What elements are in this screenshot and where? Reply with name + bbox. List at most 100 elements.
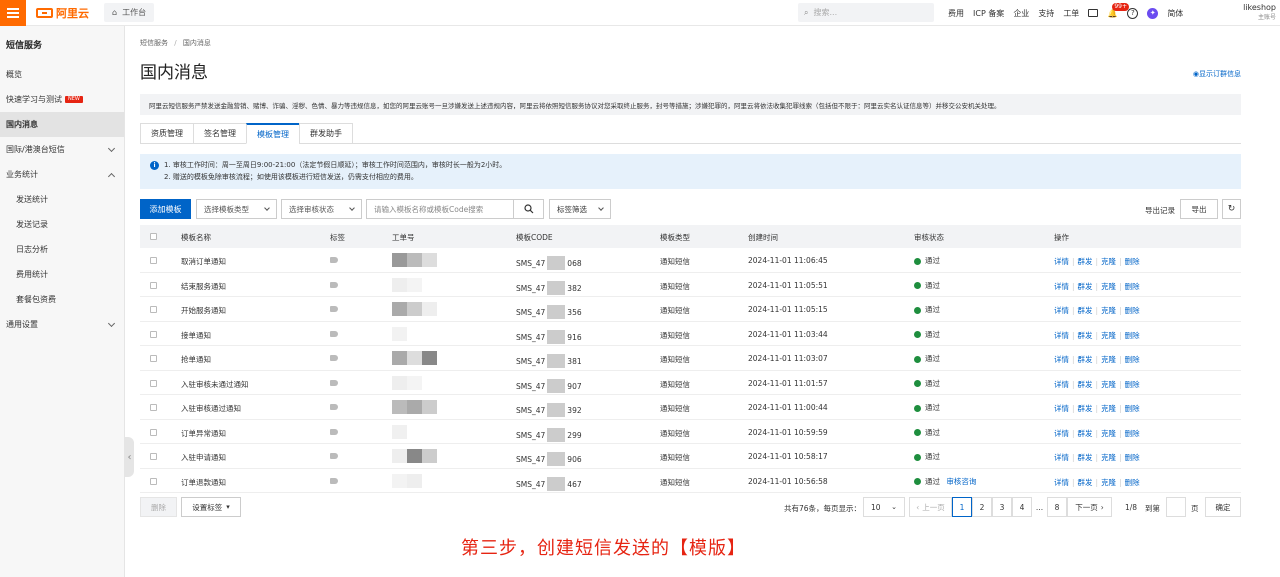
help-icon[interactable]: ? — [1127, 7, 1139, 19]
delete-link[interactable]: 删除 — [1125, 429, 1140, 438]
detail-link[interactable]: 详情 — [1054, 453, 1069, 462]
page-button[interactable]: 1 — [952, 497, 972, 517]
bell-icon[interactable]: 🔔 99+ — [1107, 2, 1129, 19]
page-button[interactable]: 3 — [992, 497, 1012, 517]
clone-link[interactable]: 克隆 — [1101, 282, 1116, 291]
sidebar-item-send-records[interactable]: 发送记录 — [0, 212, 124, 237]
page-size-select[interactable]: 10 ⌄ — [863, 497, 905, 517]
prev-page-button[interactable]: ‹ 上一页 — [909, 497, 952, 517]
global-search-input[interactable]: ⌕ 搜索... — [798, 3, 934, 22]
delete-link[interactable]: 删除 — [1125, 355, 1140, 364]
review-status-select[interactable]: 选择审核状态 — [281, 199, 362, 219]
bulk-send-link[interactable]: 群发 — [1078, 429, 1093, 438]
tab-templates[interactable]: 模板管理 — [246, 123, 299, 144]
detail-link[interactable]: 详情 — [1054, 282, 1069, 291]
detail-link[interactable]: 详情 — [1054, 478, 1069, 487]
bulk-send-link[interactable]: 群发 — [1078, 282, 1093, 291]
goto-page-input[interactable] — [1166, 497, 1186, 517]
tag-icon[interactable] — [330, 330, 338, 337]
show-subscription-link[interactable]: ◉显示订群信息 — [1193, 69, 1241, 79]
bulk-send-link[interactable]: 群发 — [1078, 355, 1093, 364]
nav-link-ticket[interactable]: 工单 — [1063, 8, 1079, 19]
breadcrumb-link[interactable]: 短信服务 — [140, 39, 168, 47]
sidebar-item-quickstart[interactable]: 快速学习与测试 NEW — [0, 87, 124, 112]
ai-assistant-icon[interactable]: ✦ — [1147, 7, 1159, 19]
sidebar-item-international[interactable]: 国际/港澳台短信 — [0, 137, 124, 162]
row-checkbox[interactable] — [150, 379, 157, 387]
page-button[interactable]: 8 — [1047, 497, 1067, 517]
add-template-button[interactable]: 添加模板 — [140, 199, 191, 219]
bulk-send-link[interactable]: 群发 — [1078, 478, 1093, 487]
goto-confirm-button[interactable]: 确定 — [1205, 497, 1241, 517]
clone-link[interactable]: 克隆 — [1101, 306, 1116, 315]
export-button[interactable]: 导出 — [1180, 199, 1218, 219]
bulk-send-link[interactable]: 群发 — [1078, 331, 1093, 340]
row-checkbox[interactable] — [150, 257, 157, 264]
tag-icon[interactable] — [330, 379, 338, 386]
detail-link[interactable]: 详情 — [1054, 331, 1069, 340]
tag-icon[interactable] — [330, 306, 338, 312]
nav-link-support[interactable]: 支持 — [1038, 8, 1054, 19]
clone-link[interactable]: 克隆 — [1101, 404, 1116, 413]
detail-link[interactable]: 详情 — [1054, 429, 1069, 438]
sidebar-item-overview[interactable]: 概览 — [0, 62, 124, 87]
tag-icon[interactable] — [330, 355, 338, 361]
bulk-send-link[interactable]: 群发 — [1078, 380, 1093, 389]
delete-link[interactable]: 删除 — [1125, 380, 1140, 389]
delete-link[interactable]: 删除 — [1125, 478, 1140, 487]
page-button[interactable]: 4 — [1012, 497, 1032, 517]
tag-icon[interactable] — [330, 477, 338, 484]
sidebar-item-statistics[interactable]: 业务统计 — [0, 162, 124, 187]
next-page-button[interactable]: 下一页 › — [1067, 497, 1112, 517]
detail-link[interactable]: 详情 — [1054, 355, 1069, 364]
clone-link[interactable]: 克隆 — [1101, 380, 1116, 389]
delete-link[interactable]: 删除 — [1125, 282, 1140, 291]
template-search-input[interactable]: 请输入模板名称或模板Code搜索 — [366, 199, 514, 219]
detail-link[interactable]: 详情 — [1054, 257, 1069, 266]
bulk-delete-button[interactable]: 删除 — [140, 497, 177, 517]
delete-link[interactable]: 删除 — [1125, 453, 1140, 462]
search-button[interactable] — [513, 199, 544, 219]
tag-icon[interactable] — [330, 257, 338, 263]
tag-icon[interactable] — [330, 281, 338, 288]
row-checkbox[interactable] — [150, 306, 157, 313]
row-checkbox[interactable] — [150, 355, 157, 362]
delete-link[interactable]: 删除 — [1125, 404, 1140, 413]
row-checkbox[interactable] — [150, 330, 157, 338]
sidebar-item-general-settings[interactable]: 通用设置 — [0, 312, 124, 337]
delete-link[interactable]: 删除 — [1125, 306, 1140, 315]
user-menu[interactable]: likeshop 主账号 — [1226, 3, 1276, 23]
clone-link[interactable]: 克隆 — [1101, 331, 1116, 340]
delete-link[interactable]: 删除 — [1125, 257, 1140, 266]
clone-link[interactable]: 克隆 — [1101, 257, 1116, 266]
bulk-send-link[interactable]: 群发 — [1078, 453, 1093, 462]
tag-filter-button[interactable]: 标签筛选 — [549, 199, 611, 219]
bulk-send-link[interactable]: 群发 — [1078, 404, 1093, 413]
sidebar-item-package-pricing[interactable]: 套餐包资费 — [0, 287, 124, 312]
aliyun-logo[interactable]: 阿里云 — [36, 6, 89, 20]
tab-signature[interactable]: 签名管理 — [193, 123, 246, 144]
nav-link-billing[interactable]: 费用 — [948, 8, 964, 19]
template-type-select[interactable]: 选择模板类型 — [196, 199, 277, 219]
delete-link[interactable]: 删除 — [1125, 331, 1140, 340]
clone-link[interactable]: 克隆 — [1101, 478, 1116, 487]
export-records-link[interactable]: 导出记录 — [1145, 205, 1175, 216]
set-tag-button[interactable]: 设置标签 ▾ — [181, 497, 241, 517]
row-checkbox[interactable] — [150, 281, 157, 289]
sidebar-item-send-stats[interactable]: 发送统计 — [0, 187, 124, 212]
bulk-send-link[interactable]: 群发 — [1078, 306, 1093, 315]
tab-qualification[interactable]: 资质管理 — [140, 123, 193, 144]
nav-link-icp[interactable]: ICP 备案 — [973, 8, 1004, 19]
tag-icon[interactable] — [330, 428, 338, 435]
detail-link[interactable]: 详情 — [1054, 404, 1069, 413]
clone-link[interactable]: 克隆 — [1101, 429, 1116, 438]
row-checkbox[interactable] — [150, 428, 157, 436]
clone-link[interactable]: 克隆 — [1101, 453, 1116, 462]
page-button[interactable]: 2 — [972, 497, 992, 517]
tab-bulk-send[interactable]: 群发助手 — [299, 123, 353, 144]
workspace-button[interactable]: ⌂ 工作台 — [104, 3, 155, 22]
refresh-button[interactable]: ↻ — [1222, 199, 1241, 219]
language-switch[interactable]: 简体 — [1167, 8, 1183, 19]
bulk-send-link[interactable]: 群发 — [1078, 257, 1093, 266]
menu-icon[interactable] — [0, 0, 26, 26]
